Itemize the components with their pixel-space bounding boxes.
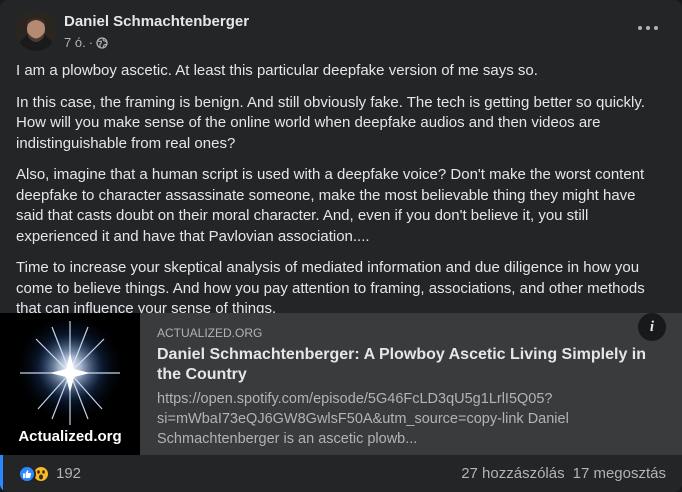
more-options-button[interactable] [630, 16, 666, 40]
post-card: Daniel Schmachtenberger 7 ó. · I am a pl… [0, 0, 682, 492]
link-preview[interactable]: Actualized.org ACTUALIZED.ORG Daniel Sch… [0, 313, 682, 455]
avatar-image [16, 11, 56, 51]
reaction-count[interactable]: 192 [56, 465, 81, 482]
avatar[interactable] [16, 11, 56, 51]
post-text: I am a plowboy ascetic. At least this pa… [16, 61, 666, 331]
shares-count[interactable]: 17 megosztás [573, 465, 666, 482]
link-info[interactable]: ACTUALIZED.ORG Daniel Schmachtenberger: … [140, 313, 682, 455]
more-horizontal-icon [654, 26, 658, 30]
meta-separator: · [88, 35, 94, 50]
post-footer: 192 27 hozzászólás 17 megosztás [0, 455, 682, 492]
comments-count[interactable]: 27 hozzászólás [461, 465, 564, 482]
reactions-summary[interactable]: 192 [18, 464, 81, 483]
link-title[interactable]: Daniel Schmachtenberger: A Plowboy Ascet… [157, 345, 666, 385]
post-meta: 7 ó. · [64, 35, 249, 51]
post-paragraph: In this case, the framing is benign. And… [16, 93, 645, 152]
link-thumbnail[interactable]: Actualized.org [0, 313, 140, 455]
more-horizontal-icon [638, 26, 642, 30]
author-block: Daniel Schmachtenberger 7 ó. · [64, 13, 249, 51]
thumbnail-label: Actualized.org [18, 428, 122, 445]
more-horizontal-icon [646, 26, 650, 30]
post-paragraph: I am a plowboy ascetic. At least this pa… [16, 62, 538, 79]
post-header: Daniel Schmachtenberger 7 ó. · [16, 11, 670, 55]
post-time[interactable]: 7 ó. [64, 35, 86, 51]
globe-icon[interactable] [96, 37, 108, 49]
post-paragraph: Also, imagine that a human script is use… [16, 166, 645, 245]
link-description: https://open.spotify.com/episode/5G46FcL… [157, 391, 569, 447]
author-name[interactable]: Daniel Schmachtenberger [64, 13, 249, 31]
like-icon [18, 464, 36, 483]
post-paragraph: Time to increase your skeptical analysis… [16, 259, 645, 317]
link-domain: ACTUALIZED.ORG [157, 326, 263, 340]
info-icon[interactable]: i [638, 313, 666, 341]
engagement-counts: 27 hozzászólás 17 megosztás [461, 455, 666, 492]
